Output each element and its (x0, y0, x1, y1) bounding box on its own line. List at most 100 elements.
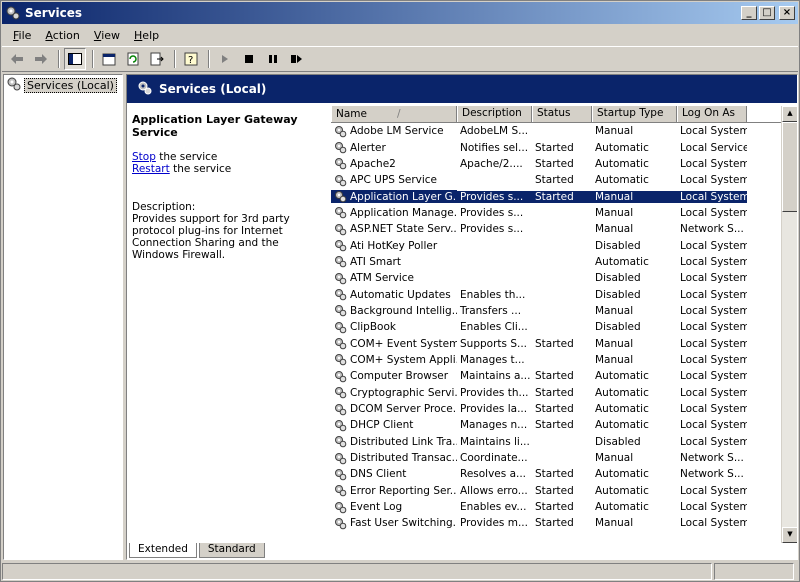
service-gear-icon (334, 435, 347, 448)
properties-icon[interactable] (98, 48, 120, 70)
tab-standard[interactable]: Standard (198, 543, 265, 558)
service-log-on-as-cell: Local System (680, 272, 747, 285)
menu-view[interactable]: View (87, 29, 127, 42)
tree-item-services-local[interactable]: Services (Local) (4, 75, 122, 96)
scroll-up-button[interactable]: ▲ (782, 106, 797, 122)
menu-help[interactable]: Help (127, 29, 166, 42)
services-gear-icon (5, 5, 21, 21)
service-description-cell: Apache/2.... (460, 157, 523, 170)
service-row[interactable]: ATI Smart Automatic Local System (331, 254, 781, 270)
status-bar (2, 563, 798, 581)
service-startup-type-cell: Manual (595, 304, 634, 317)
service-row[interactable]: Distributed Transac... Coordinate... Manua… (331, 450, 781, 466)
stop-service-icon[interactable] (238, 48, 260, 70)
vertical-scrollbar[interactable]: ▲ ▼ (781, 106, 797, 543)
minimize-button[interactable]: _ (741, 6, 757, 20)
service-gear-icon (334, 517, 347, 530)
help-icon[interactable]: ? (180, 48, 202, 70)
service-name: Application Layer G... (350, 190, 457, 203)
service-name-cell: Cryptographic Servi... (331, 386, 457, 399)
service-description-cell: Maintains a... (460, 370, 531, 383)
service-startup-type-cell: Manual (595, 223, 634, 236)
service-log-on-as-cell: Local System (680, 174, 747, 187)
service-gear-icon (334, 403, 347, 416)
column-header-status[interactable]: Status (532, 106, 592, 122)
service-name: Event Log (350, 501, 403, 514)
service-row[interactable]: DHCP Client Manages n... Started Automatic L… (331, 417, 781, 433)
service-name-cell: Apache2 (331, 157, 457, 170)
service-row[interactable]: COM+ Event System Supports S... Started Man… (331, 335, 781, 351)
service-name-cell: Distributed Transac... (331, 452, 457, 465)
service-name-cell: Background Intellig... (331, 304, 457, 317)
service-row[interactable]: Error Reporting Ser... Allows erro... Star… (331, 483, 781, 499)
column-header-name[interactable]: Name / (331, 106, 457, 122)
service-row[interactable]: Distributed Link Tra... Maintains li... Di… (331, 434, 781, 450)
scroll-thumb[interactable] (782, 122, 797, 212)
services-gear-icon (7, 77, 21, 94)
service-name: Distributed Transac... (350, 452, 457, 465)
export-list-icon[interactable] (146, 48, 168, 70)
service-gear-icon (334, 353, 347, 366)
service-gear-icon (334, 484, 347, 497)
service-row[interactable]: Cryptographic Servi... Provides th... Star… (331, 385, 781, 401)
service-row[interactable]: Ati HotKey Poller Disabled Local System (331, 237, 781, 253)
service-status-cell: Started (535, 174, 574, 187)
forward-arrow-icon[interactable] (30, 48, 52, 70)
service-row[interactable]: Computer Browser Maintains a... Started Aut… (331, 368, 781, 384)
service-startup-type-cell: Manual (595, 206, 634, 219)
back-arrow-icon[interactable] (6, 48, 28, 70)
service-name: COM+ Event System (350, 337, 457, 350)
service-row[interactable]: COM+ System Appli... Manages t... Manual Lo… (331, 352, 781, 368)
refresh-icon[interactable] (122, 48, 144, 70)
service-log-on-as-cell: Network S... (680, 468, 744, 481)
service-row[interactable]: Background Intellig... Transfers ... Manua… (331, 303, 781, 319)
restart-service-link[interactable]: Restart (132, 163, 170, 175)
service-row[interactable]: ATM Service Disabled Local System (331, 270, 781, 286)
menu-action[interactable]: Action (38, 29, 86, 42)
stop-service-link[interactable]: Stop (132, 151, 156, 163)
column-header-log-on-as[interactable]: Log On As (677, 106, 747, 122)
service-gear-icon (334, 272, 347, 285)
service-startup-type-cell: Automatic (595, 468, 649, 481)
service-startup-type-cell: Automatic (595, 255, 649, 268)
service-row[interactable]: Adobe LM Service AdobeLM S... Manual Local … (331, 123, 781, 139)
service-description-cell: Transfers ... (460, 304, 522, 317)
service-status-cell: Started (535, 386, 574, 399)
service-row[interactable]: DCOM Server Proce... Provides la... Starte… (331, 401, 781, 417)
service-row[interactable]: Application Layer G... Provides s... Start… (331, 188, 781, 204)
column-header-description[interactable]: Description (457, 106, 532, 122)
service-name-cell: Application Manage... (331, 206, 457, 219)
restart-service-icon[interactable] (286, 48, 308, 70)
show-hide-tree-icon[interactable] (64, 48, 86, 70)
service-description-cell: Provides s... (460, 223, 524, 236)
close-button[interactable]: × (779, 6, 795, 20)
toolbar: ? (2, 46, 798, 72)
service-row[interactable]: Automatic Updates Enables th... Disabled Lo… (331, 286, 781, 302)
service-row[interactable]: ClipBook Enables Cli... Disabled Local Syst… (331, 319, 781, 335)
service-row[interactable]: Fast User Switching... Provides m... Start… (331, 515, 781, 531)
pane-title: Services (Local) (159, 82, 267, 96)
scroll-down-button[interactable]: ▼ (782, 527, 797, 543)
menu-file[interactable]: File (6, 29, 38, 42)
service-row[interactable]: ASP.NET State Serv... Provides s... Manual… (331, 221, 781, 237)
start-service-icon[interactable] (214, 48, 236, 70)
pause-service-icon[interactable] (262, 48, 284, 70)
title-bar[interactable]: Services _ □ × (2, 2, 798, 24)
service-row[interactable]: Alerter Notifies sel... Started Automatic Lo… (331, 139, 781, 155)
service-name: ATM Service (350, 272, 414, 285)
service-log-on-as-cell: Local System (677, 190, 747, 203)
service-log-on-as-cell: Local System (680, 353, 747, 366)
service-row[interactable]: APC UPS Service Started Automatic Local Sys… (331, 172, 781, 188)
service-description-cell: Enables ev... (460, 501, 527, 514)
service-row[interactable]: Apache2 Apache/2.... Started Automatic Local… (331, 156, 781, 172)
tab-extended[interactable]: Extended (129, 543, 197, 558)
service-row[interactable]: Event Log Enables ev... Started Automatic Lo… (331, 499, 781, 515)
service-row[interactable]: Application Manage... Provides s... Manual… (331, 205, 781, 221)
service-row[interactable]: DNS Client Resolves a... Started Automatic N… (331, 466, 781, 482)
maximize-button[interactable]: □ (759, 6, 775, 20)
service-status-cell: Started (535, 517, 574, 530)
column-header-startup-type[interactable]: Startup Type (592, 106, 677, 122)
service-gear-icon (334, 255, 347, 268)
toolbar-separator (92, 50, 94, 68)
service-startup-type-cell: Manual (595, 125, 634, 138)
